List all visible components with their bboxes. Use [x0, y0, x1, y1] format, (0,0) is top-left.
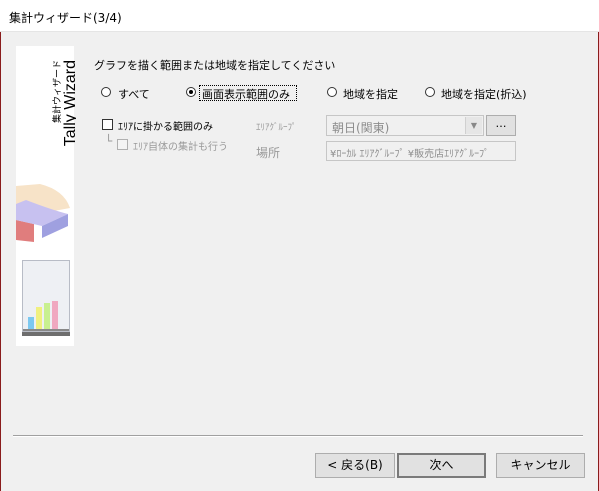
focus-rectangle — [199, 85, 297, 101]
area-self-box[interactable] — [117, 139, 128, 150]
browse-button[interactable]: … — [486, 115, 516, 136]
chart-base — [23, 329, 69, 331]
area-self-checkbox[interactable]: ｴﾘｱ自体の集計も行う — [117, 138, 247, 153]
area-only-checkbox[interactable]: ｴﾘｱに掛かる範囲のみ — [102, 118, 232, 133]
radio-all[interactable]: すべて — [101, 86, 161, 101]
bar-chart-svg — [23, 301, 69, 331]
side-title-jp: 集計ウィザード — [51, 60, 63, 123]
bar-blue — [28, 317, 34, 329]
section-heading: グラフを描く範囲または地域を指定してください — [94, 59, 336, 72]
area-self-label: ｴﾘｱ自体の集計も行う — [133, 142, 228, 153]
bar-chart-illustration — [22, 260, 70, 332]
radio-region[interactable]: 地域を指定 — [327, 86, 407, 101]
area-only-label: ｴﾘｱに掛かる範囲のみ — [118, 122, 213, 133]
window-edge-left — [0, 32, 1, 491]
location-label: 場所 — [256, 146, 281, 160]
dropdown-arrow-icon[interactable]: ▼ — [465, 117, 482, 134]
side-title-en: Tally Wizard — [62, 60, 76, 146]
chart-base-shadow — [22, 332, 70, 336]
title-bar: 集計ウィザード(3/4) — [0, 0, 599, 32]
bar-lime — [44, 303, 50, 329]
radio-region-circle[interactable] — [327, 87, 337, 97]
radio-all-label: すべて — [118, 88, 150, 101]
next-button[interactable]: 次へ — [397, 453, 486, 478]
bar-pink — [52, 301, 58, 329]
radio-region-folded-circle[interactable] — [425, 87, 435, 97]
area-only-box[interactable] — [102, 119, 113, 130]
wizard-side-panel: Tally Wizard 集計ウィザード — [16, 46, 76, 346]
tree-connector-icon: └ — [105, 134, 113, 148]
radio-region-label: 地域を指定 — [343, 88, 398, 101]
cancel-button[interactable]: キャンセル — [496, 453, 585, 478]
radio-all-circle[interactable] — [101, 87, 111, 97]
area-group-dropdown[interactable]: 朝日(関東) ▼ — [326, 115, 484, 136]
pie-chart-illustration — [16, 184, 70, 242]
area-group-value: 朝日(関東) — [332, 121, 390, 135]
bar-yellow — [36, 307, 42, 329]
area-group-label: ｴﾘｱｸﾞﾙｰﾌﾟ — [256, 123, 297, 133]
radio-visible-range-circle[interactable] — [186, 87, 196, 97]
button-separator — [13, 435, 583, 437]
window-title: 集計ウィザード(3/4) — [9, 11, 122, 25]
location-field[interactable]: ¥ﾛｰｶﾙ ｴﾘｱｸﾞﾙｰﾌﾟ ¥販売店ｴﾘｱｸﾞﾙｰﾌﾟ — [326, 141, 516, 161]
back-button[interactable]: < 戻る(B) — [315, 453, 395, 478]
radio-region-folded[interactable]: 地域を指定(折込) — [425, 86, 535, 101]
radio-region-folded-label: 地域を指定(折込) — [441, 88, 527, 101]
